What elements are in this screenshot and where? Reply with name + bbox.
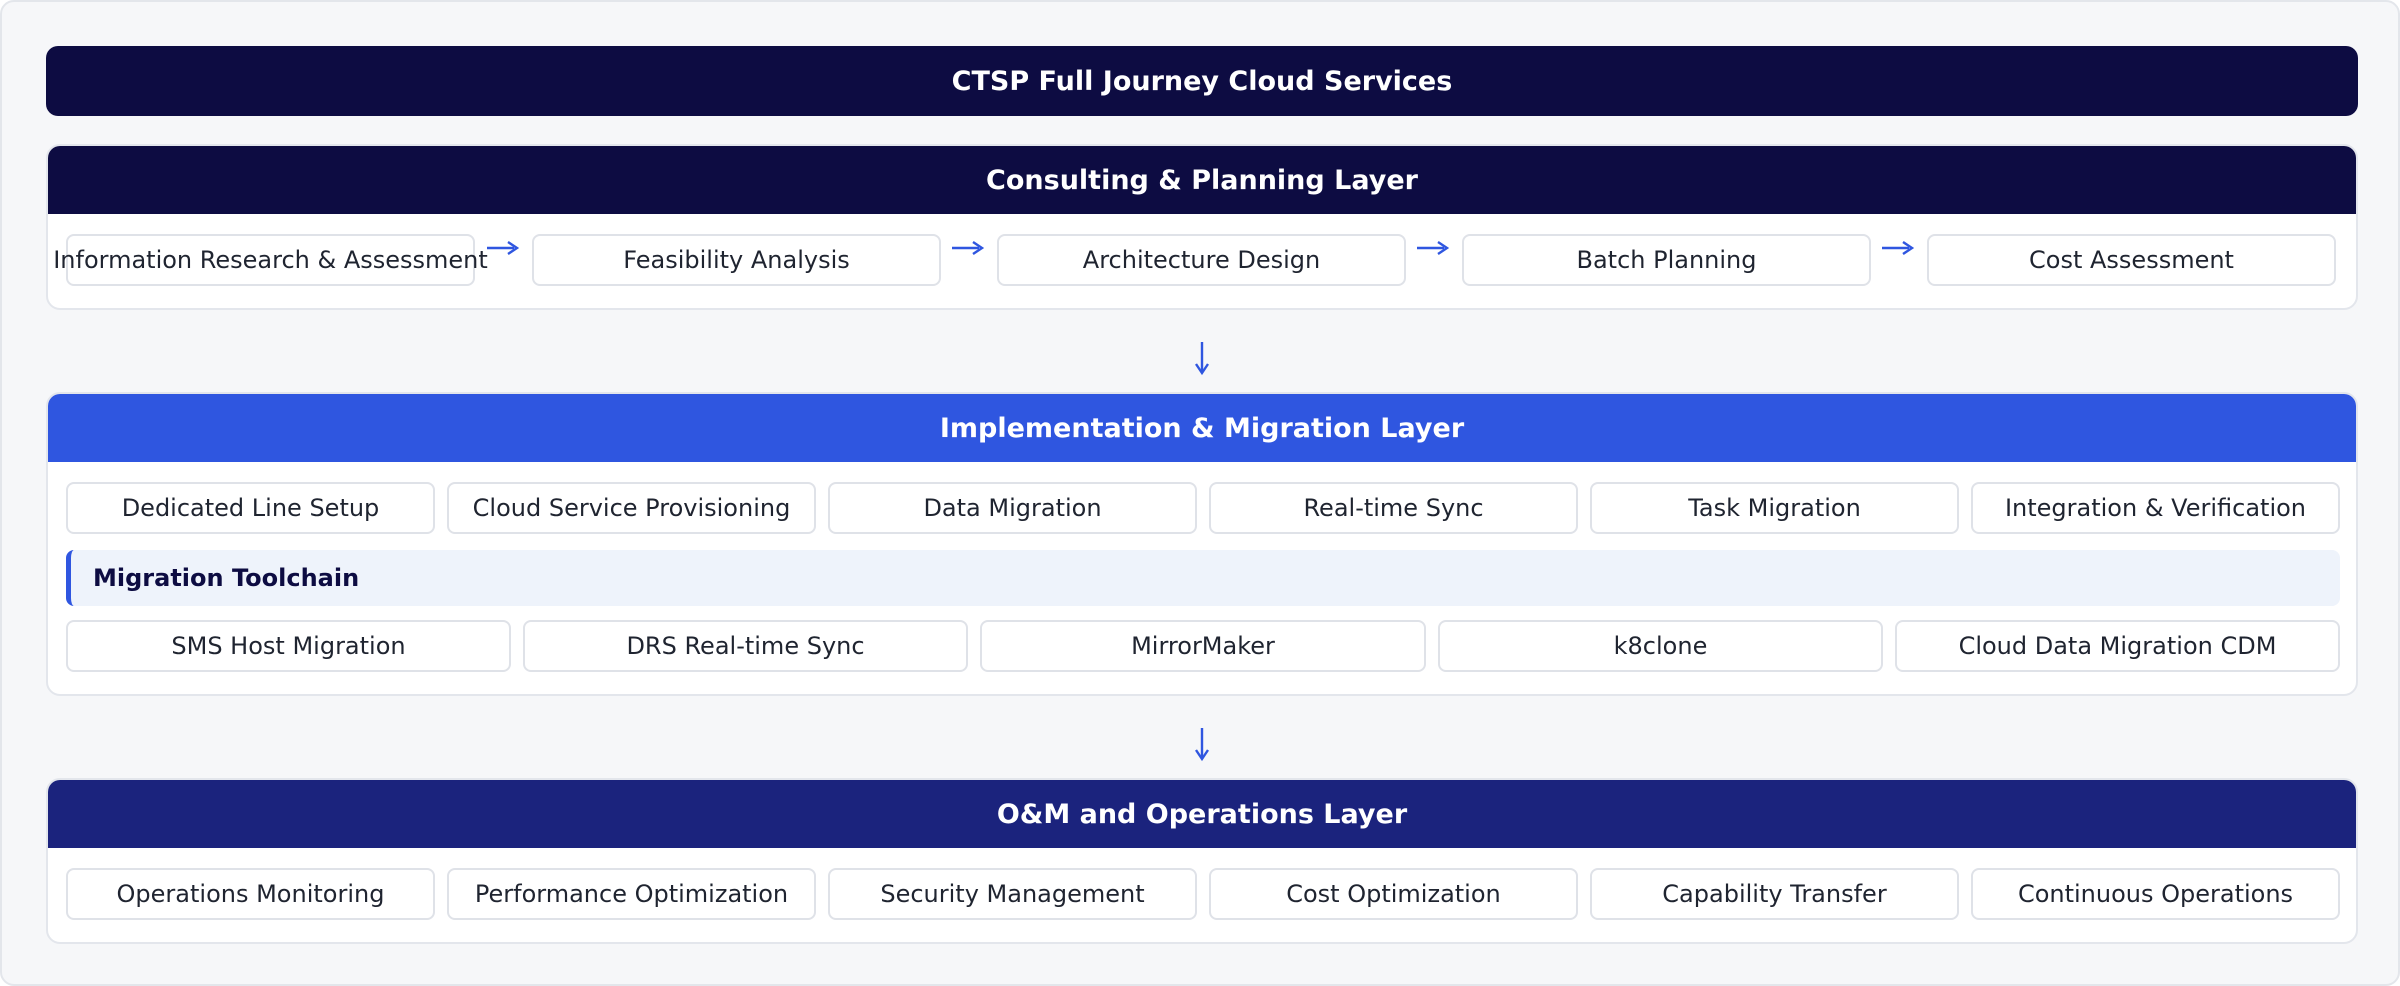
step-architecture-design: Architecture Design [997,234,1406,286]
tool-mirrormaker: MirrorMaker [980,620,1426,672]
diagram-title: CTSP Full Journey Cloud Services [46,46,2358,116]
operations-steps: Operations Monitoring Performance Optimi… [48,848,2356,942]
step-security-management: Security Management [828,868,1197,920]
step-cost-assessment: Cost Assessment [1927,234,2336,286]
consulting-layer-header: Consulting & Planning Layer [48,146,2356,214]
step-real-time-sync: Real-time Sync [1209,482,1578,534]
arrow-right-icon [941,228,995,268]
arrow-right-icon [1406,228,1460,268]
arrow-right-icon [476,228,530,268]
step-continuous-operations: Continuous Operations [1971,868,2340,920]
step-task-migration: Task Migration [1590,482,1959,534]
implementation-layer-header: Implementation & Migration Layer [48,394,2356,462]
step-batch-planning: Batch Planning [1462,234,1871,286]
step-feasibility-analysis: Feasibility Analysis [532,234,941,286]
operations-layer: O&M and Operations Layer Operations Moni… [46,778,2358,944]
arrow-down-icon [1179,722,1225,766]
tool-cloud-data-migration-cdm: Cloud Data Migration CDM [1895,620,2340,672]
step-performance-optimization: Performance Optimization [447,868,816,920]
migration-toolchain-label: Migration Toolchain [66,550,2340,606]
diagram-frame: CTSP Full Journey Cloud Services Consult… [0,0,2400,986]
step-data-migration: Data Migration [828,482,1197,534]
operations-layer-header: O&M and Operations Layer [48,780,2356,848]
step-integration-verification: Integration & Verification [1971,482,2340,534]
arrow-down-icon [1179,336,1225,380]
tool-drs-real-time-sync: DRS Real-time Sync [523,620,968,672]
step-information-research: Information Research & Assessment [53,234,488,286]
step-dedicated-line-setup: Dedicated Line Setup [66,482,435,534]
consulting-steps: Information Research & Assessment Feasib… [48,214,2356,308]
step-cloud-service-provisioning: Cloud Service Provisioning [447,482,816,534]
consulting-layer: Consulting & Planning Layer Information … [46,144,2358,310]
tool-sms-host-migration: SMS Host Migration [66,620,511,672]
implementation-body: Dedicated Line Setup Cloud Service Provi… [48,462,2356,694]
step-operations-monitoring: Operations Monitoring [66,868,435,920]
step-capability-transfer: Capability Transfer [1590,868,1959,920]
implementation-layer: Implementation & Migration Layer Dedicat… [46,392,2358,696]
tool-k8clone: k8clone [1438,620,1883,672]
step-cost-optimization: Cost Optimization [1209,868,1578,920]
arrow-right-icon [1871,228,1925,268]
